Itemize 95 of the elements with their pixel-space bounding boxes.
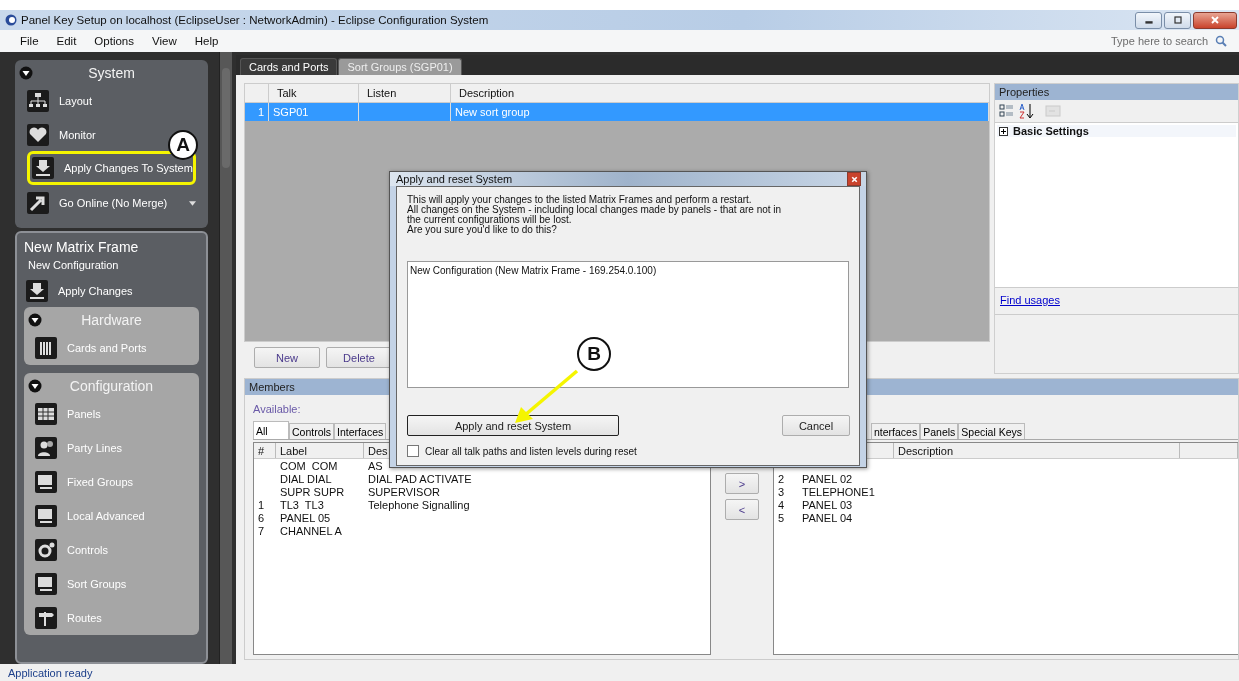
section-title: Hardware [80, 312, 143, 328]
plus-box-icon[interactable] [999, 126, 1008, 136]
list-item[interactable]: PANEL 05 [276, 511, 364, 524]
table-cell-text: SUPERVISOR [367, 485, 441, 498]
section-title: Configuration [68, 378, 155, 394]
download-icon [32, 157, 54, 179]
find-usages-link[interactable]: Find usages [1000, 294, 1060, 306]
list-item[interactable]: COM COM [276, 459, 364, 472]
maximize-button[interactable] [1164, 11, 1191, 29]
list-item[interactable]: TL3 TL3 [276, 498, 364, 511]
list-label: Available: [252, 402, 302, 415]
filter-tab[interactable]: Panels [920, 423, 959, 439]
column-header[interactable]: Label [276, 443, 364, 458]
row-number: 7 [257, 524, 266, 537]
filter-tab[interactable]: Controls [289, 423, 335, 439]
table-cell-text: DIAL PAD ACTIVATE [367, 472, 473, 485]
sidebar-item[interactable]: Apply Changes To System [27, 151, 196, 185]
row-number: 5 [777, 511, 786, 524]
list-item[interactable]: SUPR SUPR [276, 485, 364, 498]
monitor-icon [35, 505, 57, 527]
row-number: 1 [257, 498, 266, 511]
checkbox-label: Clear all talk paths and listen levels during reset [425, 445, 637, 457]
filter-tab[interactable]: All [253, 421, 289, 439]
window-title: Panel Key Setup on localhost (EclipseUser : NetworkAdmin) - Eclipse Configuration System [21, 14, 489, 26]
grid-button[interactable]: Delete [326, 347, 392, 368]
list-item[interactable]: PANEL 02 [798, 472, 894, 485]
column-header[interactable]: Description [451, 84, 989, 102]
sidebar-item[interactable]: Apply Changes [26, 275, 203, 307]
move-button[interactable]: > [725, 473, 759, 494]
close-icon[interactable] [1209, 15, 1221, 25]
row-number: 6 [257, 511, 266, 524]
filter-tab[interactable]: nterfaces [871, 423, 921, 439]
collapse-icon[interactable] [28, 379, 42, 393]
filter-tab[interactable]: Interfaces [334, 423, 387, 439]
table-cell: New sort group [451, 103, 989, 121]
close-button[interactable] [1193, 11, 1237, 29]
collapse-icon[interactable] [19, 66, 33, 80]
menu-item[interactable]: Options [84, 35, 142, 47]
list-item[interactable]: New Configuration (New Matrix Frame - 169.254.0.100) [410, 265, 657, 276]
sort-alphabetical-icon[interactable] [1019, 103, 1035, 119]
monitor-icon [35, 471, 57, 493]
gear-icon [35, 539, 57, 561]
menu-item[interactable]: View [142, 35, 185, 47]
caret-icon[interactable] [189, 200, 196, 206]
monitor-icon [35, 573, 57, 595]
list-item[interactable]: TELEPHONE1 [798, 485, 894, 498]
panel-header: Properties [995, 84, 1238, 100]
signpost-icon [35, 607, 57, 629]
property-category[interactable]: Basic Settings [997, 125, 1236, 137]
cancel-button[interactable]: Cancel [782, 415, 850, 436]
collapse-icon[interactable] [28, 313, 42, 327]
table-cell-text: AS [367, 459, 384, 472]
download-icon [26, 280, 48, 302]
dialog-title: Apply and reset System [396, 173, 513, 185]
callout-marker: A [168, 130, 198, 160]
column-header[interactable]: # [254, 443, 276, 458]
hierarchy-icon [27, 90, 49, 112]
list-item[interactable]: CHANNEL A [276, 524, 364, 537]
sidebar-item[interactable]: Layout [27, 84, 208, 118]
grid-icon [35, 403, 57, 425]
sidebar-item[interactable]: Go Online (No Merge) [27, 186, 208, 220]
dialog-message: This will apply your changes to the listed Matrix Frames and perform a restart. All changes on the System - including local changes made by panels - that are not in the current configurations will be lost. Are you sure you'd like to do this? [407, 195, 783, 235]
menu-item[interactable]: Edit [46, 35, 85, 47]
list-item[interactable]: PANEL 04 [798, 511, 894, 524]
list-item[interactable]: DIAL DIAL [276, 472, 364, 485]
column-header[interactable]: Listen [359, 84, 451, 102]
table-cell-text: Telephone Signalling [367, 498, 471, 511]
app-icon [5, 14, 17, 26]
row-number: 1 [245, 103, 269, 121]
row-number: 2 [777, 472, 786, 485]
checkbox[interactable] [407, 445, 419, 457]
row-number: 4 [777, 498, 786, 511]
people-icon [35, 437, 57, 459]
categorized-icon[interactable] [999, 103, 1015, 119]
column-header[interactable]: Talk [269, 84, 359, 102]
menu-item[interactable]: File [8, 35, 47, 47]
search-field[interactable]: Type here to search [1111, 35, 1211, 47]
minimize-button[interactable] [1135, 11, 1162, 29]
scrollbar[interactable] [219, 52, 232, 664]
section-title: System [87, 65, 136, 81]
table-cell: SGP01 [269, 103, 359, 121]
status-text: Application ready [8, 666, 93, 679]
columns-icon [35, 337, 57, 359]
apply-button[interactable]: Apply and reset System [407, 415, 619, 436]
filter-tab[interactable]: Special Keys [958, 423, 1025, 439]
frame-title: New Matrix Frame [23, 239, 140, 255]
grid-button[interactable]: New [254, 347, 320, 368]
row-number: 3 [777, 485, 786, 498]
document-tab[interactable]: Cards and Ports [240, 58, 338, 75]
search-icon[interactable] [1215, 35, 1227, 47]
move-button[interactable]: < [725, 499, 759, 520]
menu-item[interactable]: Help [184, 35, 227, 47]
list-item[interactable]: PANEL 03 [798, 498, 894, 511]
frame-subtitle: New Configuration [27, 258, 120, 271]
maximize-icon[interactable] [1171, 15, 1184, 25]
